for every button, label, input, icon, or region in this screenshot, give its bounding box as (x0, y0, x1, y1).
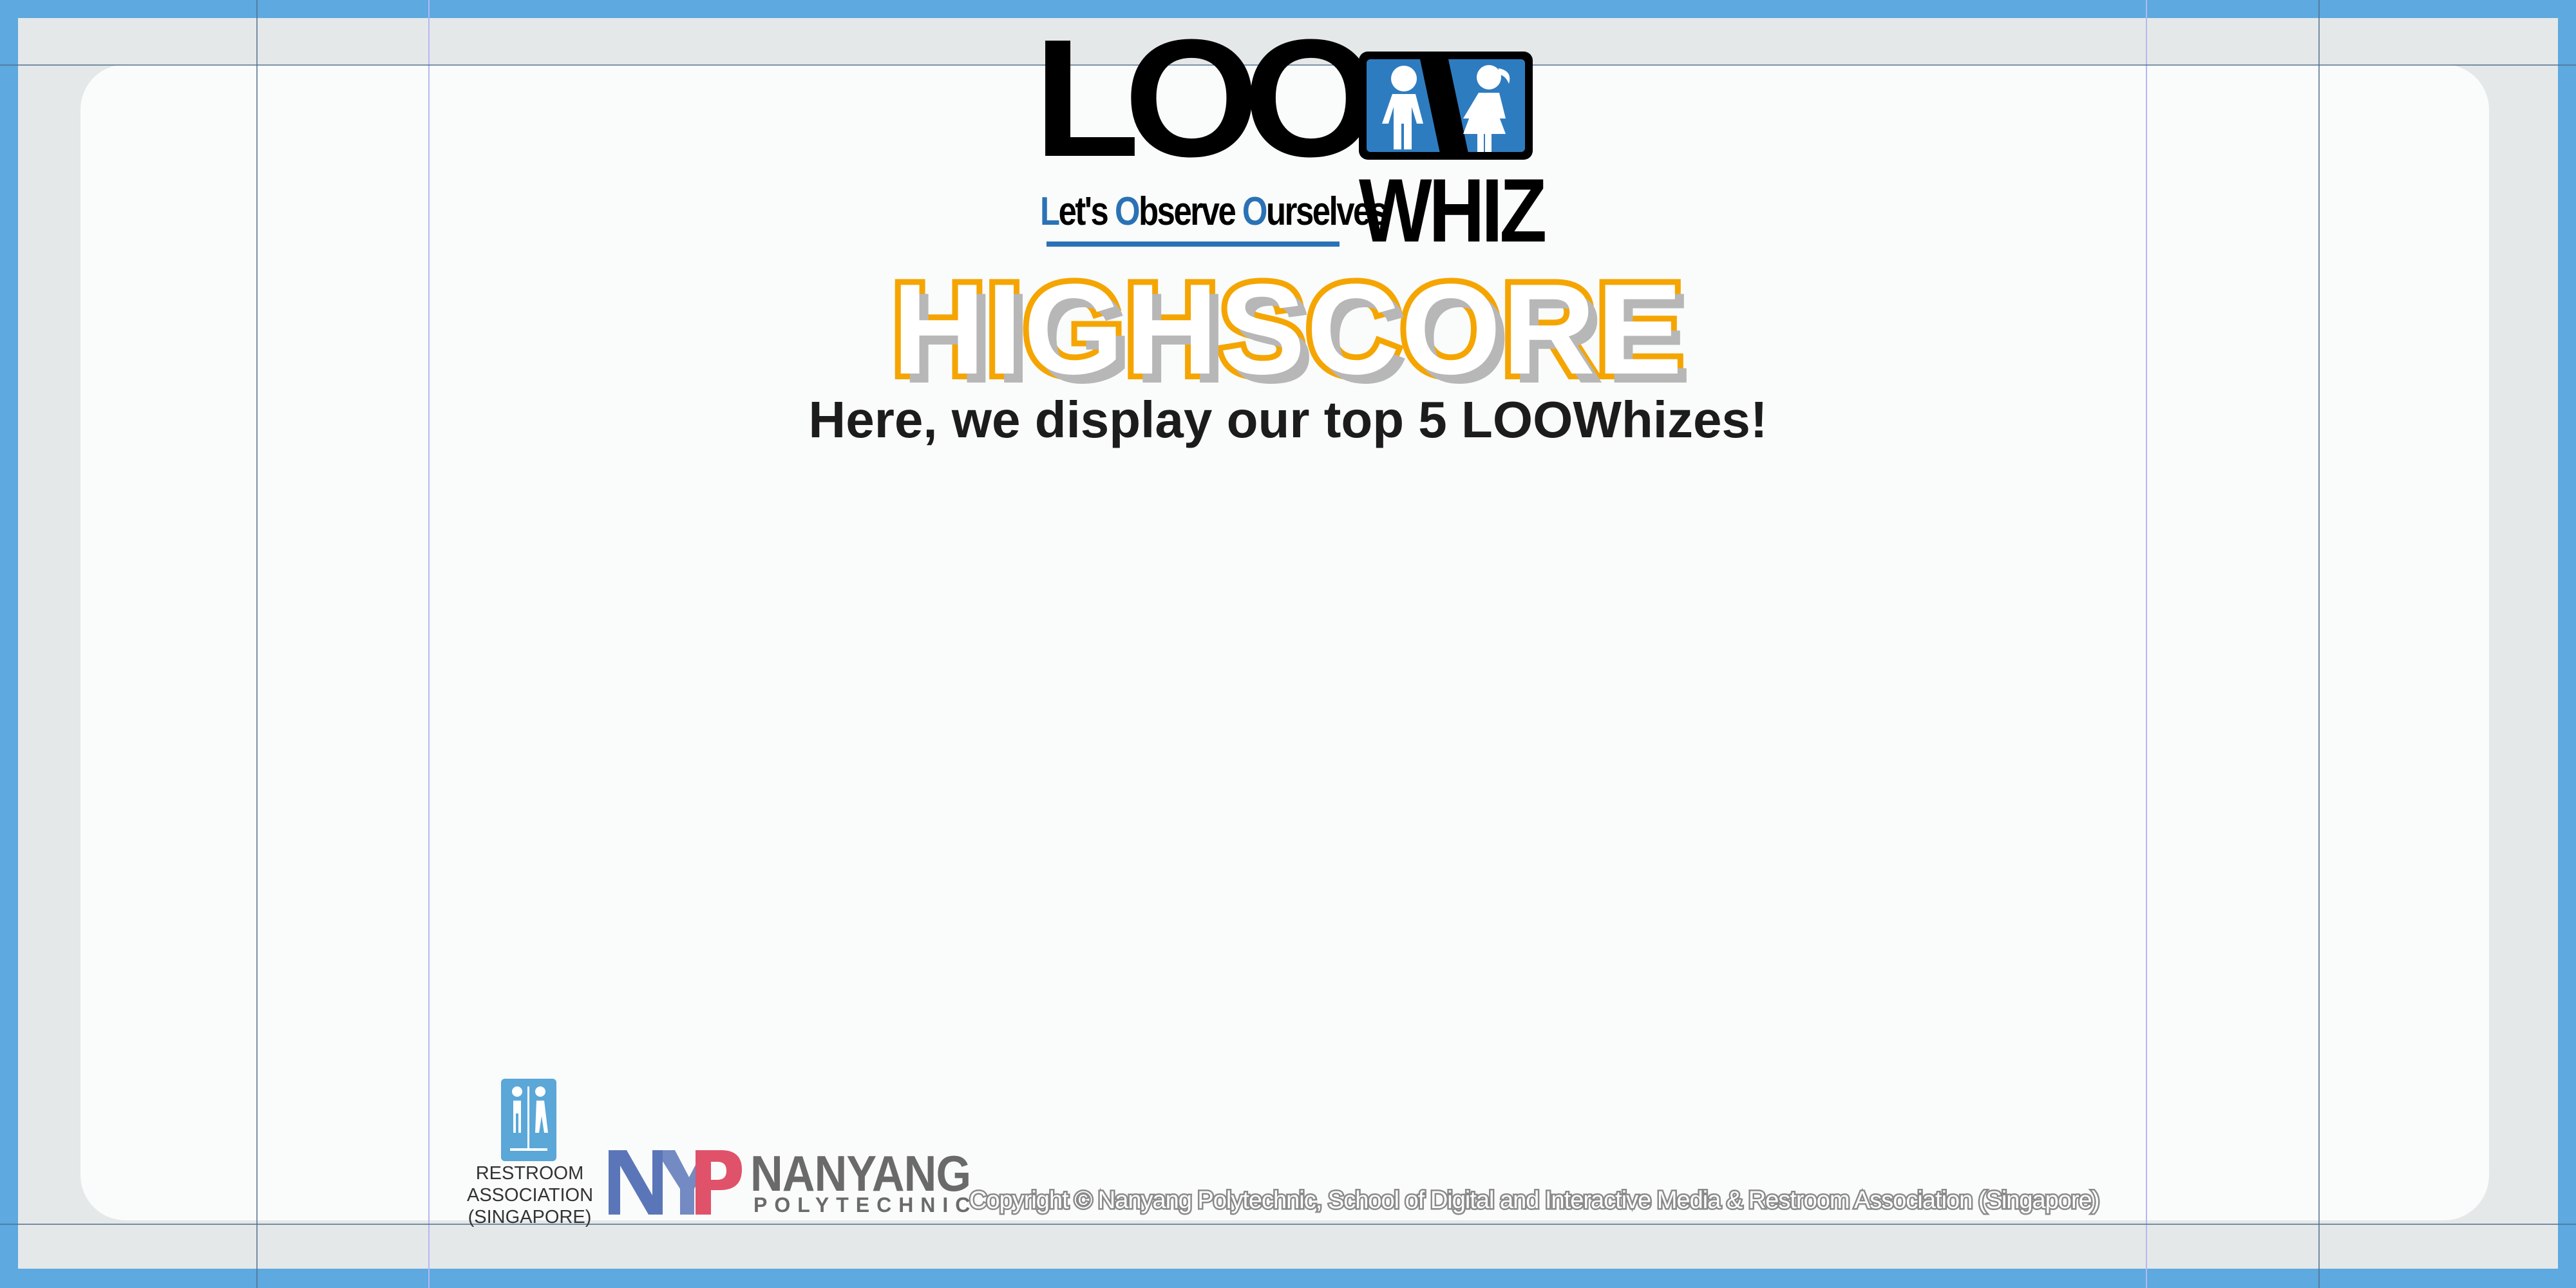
nyp-subname: POLYTECHNIC (753, 1193, 978, 1217)
restroom-association-logo: RESTROOM ASSOCIATION (SINGAPORE) (467, 1079, 596, 1227)
tagline-letter: O (1114, 189, 1141, 234)
nyp-mark-icon (609, 1150, 742, 1215)
logo-tagline: Let's Observe Ourselves (1040, 189, 1388, 234)
ra-name-line: ASSOCIATION (467, 1185, 594, 1206)
ra-name: RESTROOM ASSOCIATION (SINGAPORE) (467, 1162, 594, 1228)
guide-line (0, 1224, 2576, 1225)
copyright-text: Copyright © Nanyang Polytechnic, School … (967, 1186, 2101, 1216)
nyp-name: NANYANG (750, 1145, 971, 1202)
tagline-underline (1046, 242, 1340, 247)
ra-mark-icon (501, 1079, 556, 1161)
highscore-title: HIGHSCORE (886, 258, 1688, 401)
guide-line (256, 0, 258, 1288)
tagline-letter: O (1242, 189, 1268, 234)
tagline-word: et's (1058, 189, 1115, 234)
ra-name-line: RESTROOM (475, 1163, 584, 1184)
loo-whiz-logo: L O O Let's Observe Ourselves WHIZ (1034, 15, 1547, 261)
restroom-pictogram (1359, 52, 1533, 160)
guide-line (2146, 0, 2147, 1288)
guide-line (2318, 0, 2320, 1288)
logo-loo-text: LOO (1034, 5, 1379, 192)
logo-whiz-text: WHIZ (1359, 160, 1547, 261)
tagline-letter: L (1040, 189, 1060, 234)
ra-name-line: (SINGAPORE) (468, 1207, 592, 1227)
guide-line (428, 0, 430, 1288)
highscore-subtitle: Here, we display our top 5 LOOWhizes! (808, 391, 1768, 448)
tagline-word: bserve (1139, 189, 1242, 234)
girl-icon (1463, 65, 1510, 152)
